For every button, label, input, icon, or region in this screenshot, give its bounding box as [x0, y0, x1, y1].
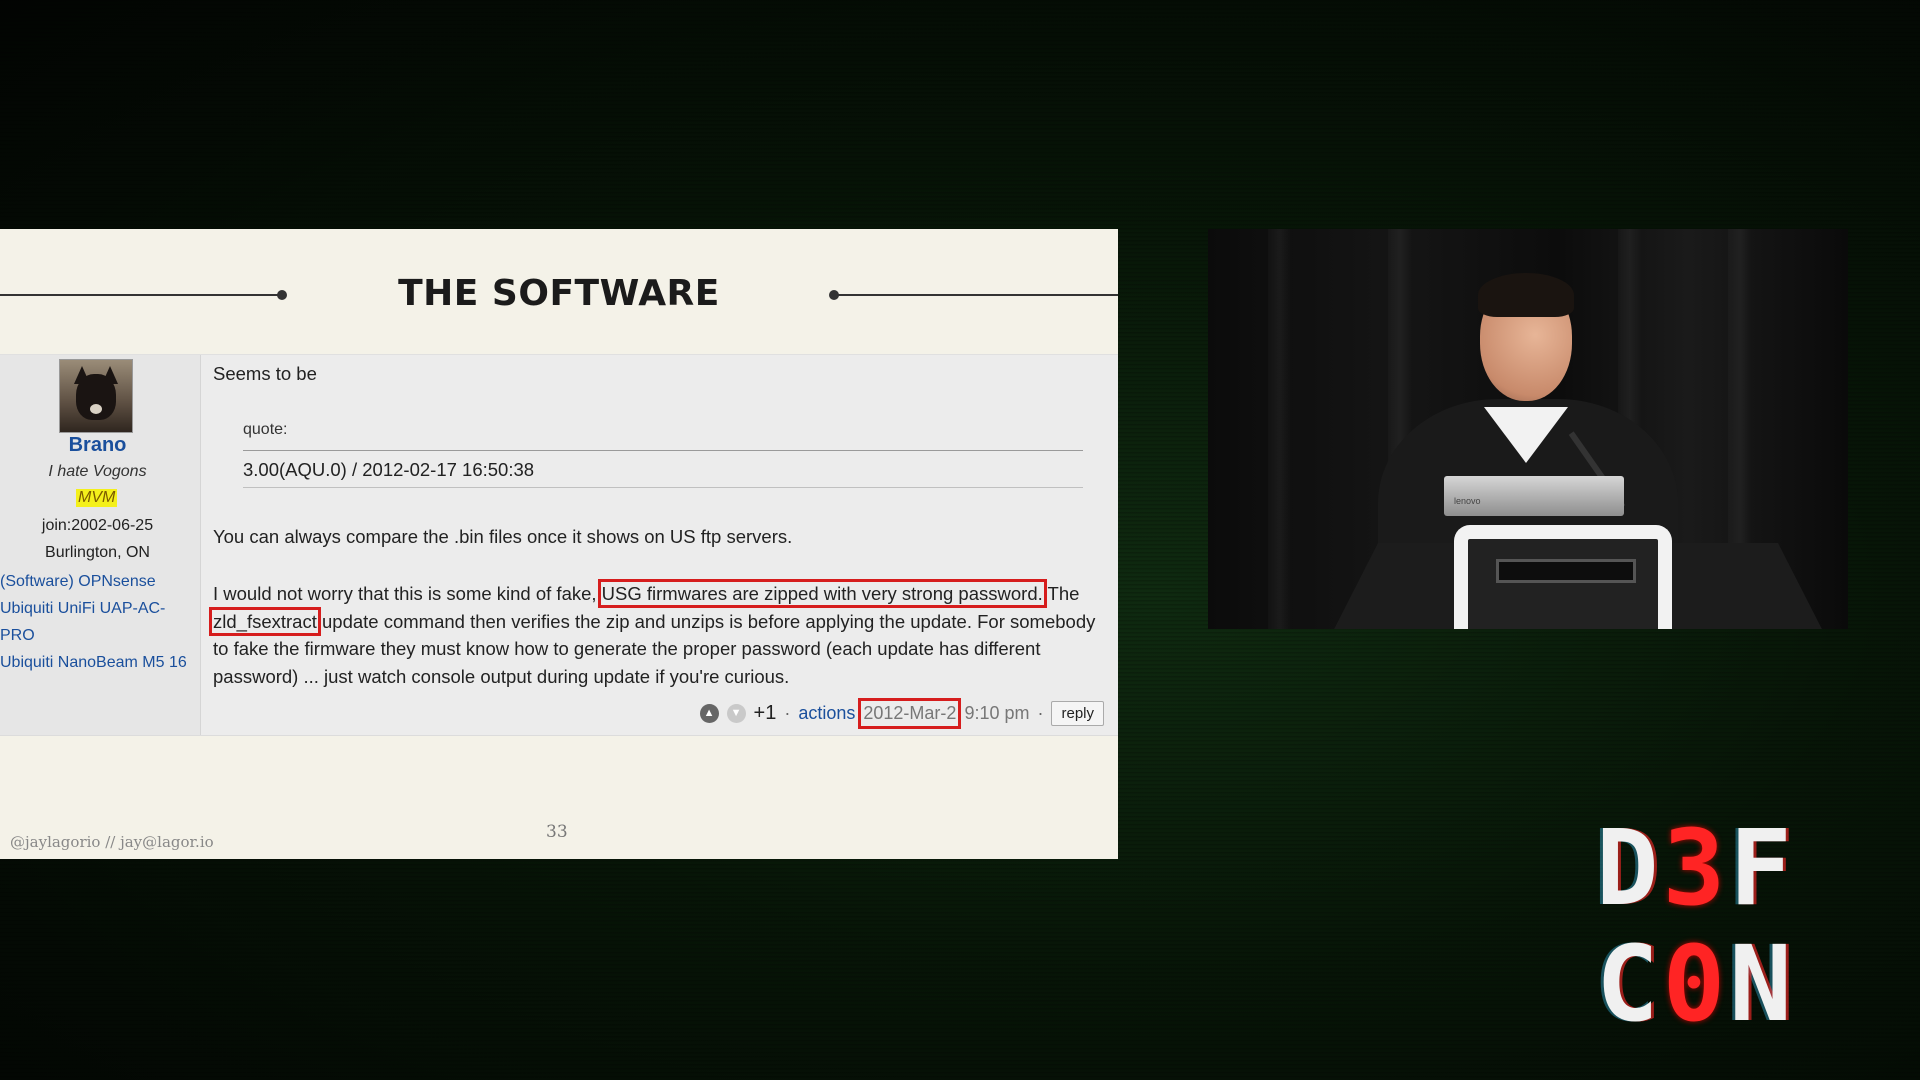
- post-intro: Seems to be: [213, 363, 317, 384]
- logo-letter: 0: [1662, 923, 1730, 1045]
- user-tagline: I hate Vogons: [48, 463, 147, 480]
- logo-letter: D: [1596, 807, 1663, 929]
- quote-block: 3.00(AQU.0) / 2012-02-17 16:50:38: [243, 450, 1083, 488]
- user-profile-panel: Brano I hate Vogons MVM join:2002-06-25 …: [0, 355, 201, 735]
- quote-label: quote:: [243, 421, 288, 438]
- actions-link[interactable]: actions: [798, 703, 855, 724]
- user-join-date: join:2002-06-25: [41, 517, 154, 534]
- post-text: The: [1042, 583, 1080, 604]
- title-rule-right: [834, 294, 1118, 296]
- post-footer: ▲ ▼ +1 · actions 2012-Mar-2 9:10 pm · re…: [699, 697, 1104, 729]
- signature-link[interactable]: Ubiquiti NanoBeam M5 16: [0, 649, 195, 676]
- signature-link[interactable]: Ubiquiti UniFi UAP-AC-PRO: [0, 595, 195, 649]
- post-date: 2012-Mar-2: [858, 697, 962, 729]
- post-paragraph: You can always compare the .bin files on…: [213, 526, 793, 547]
- vote-score: +1: [753, 701, 777, 724]
- post-paragraph: I would not worry that this is some kind…: [209, 579, 1108, 690]
- conference-logo: D3F C0N: [1596, 810, 1836, 1042]
- forum-post: Brano I hate Vogons MVM join:2002-06-25 …: [0, 354, 1118, 736]
- slide-footer-contact: @jaylagorio // jay@lagor.io: [10, 833, 214, 851]
- logo-letter: C: [1596, 923, 1663, 1045]
- logo-letter: 3: [1662, 807, 1730, 929]
- post-time: 9:10 pm: [964, 702, 1030, 723]
- avatar[interactable]: [59, 359, 133, 433]
- username-link[interactable]: Brano: [0, 434, 195, 457]
- highlight-command-name: zld_fsextract: [209, 606, 321, 636]
- highlight-password-claim: USG firmwares are zipped with very stron…: [597, 579, 1047, 608]
- post-text: I would not worry that this is some kind…: [213, 583, 602, 604]
- speaker-camera-feed: lenovo: [1208, 229, 1848, 629]
- logo-letter: N: [1729, 923, 1796, 1045]
- reply-button[interactable]: reply: [1051, 700, 1104, 726]
- separator: ·: [1037, 702, 1044, 723]
- quote-text: 3.00(AQU.0) / 2012-02-17 16:50:38: [243, 459, 535, 480]
- user-location: Burlington, ON: [45, 544, 150, 561]
- user-rank-badge: MVM: [76, 489, 118, 507]
- signature-link[interactable]: (Software) OPNsense: [0, 568, 195, 595]
- post-text: update command then verifies the zip and…: [213, 610, 1096, 687]
- arrow-down-circle-icon[interactable]: ▼: [726, 703, 746, 723]
- slide-page-number: 33: [546, 822, 568, 842]
- logo-letter: F: [1729, 807, 1796, 929]
- laptop: lenovo: [1444, 476, 1624, 516]
- presentation-slide: THE SOFTWARE Brano I hate Vogons MVM joi…: [0, 229, 1118, 859]
- separator: ·: [784, 702, 791, 723]
- arrow-up-circle-icon[interactable]: ▲: [699, 703, 719, 723]
